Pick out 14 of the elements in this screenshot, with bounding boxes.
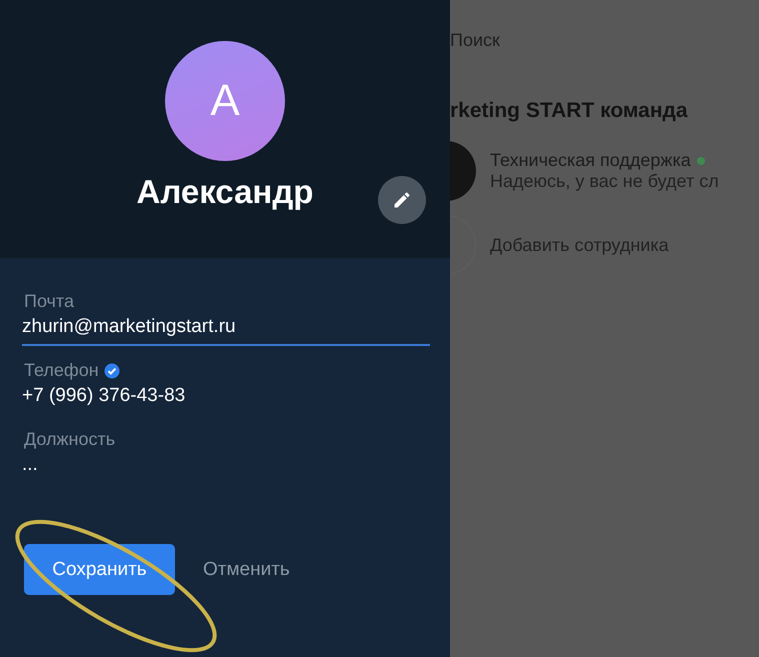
field-label: Телефон xyxy=(24,360,99,381)
pencil-icon xyxy=(392,190,412,210)
team-title: rketing START команда xyxy=(450,99,689,123)
save-button[interactable]: Сохранить xyxy=(24,544,175,595)
field-label: Почта xyxy=(24,291,74,312)
avatar: A xyxy=(165,41,285,161)
input-field[interactable]: +7 (996) 376-43-83 xyxy=(22,381,430,415)
edit-button[interactable] xyxy=(378,176,426,224)
field-label: Должность xyxy=(24,429,116,450)
contact-name: Техническая поддержка xyxy=(490,150,691,171)
cancel-button[interactable]: Отменить xyxy=(203,558,290,580)
input-field[interactable]: ... xyxy=(22,450,430,484)
input-field[interactable]: zhurin@marketingstart.ru xyxy=(22,312,430,346)
profile-name: Александр xyxy=(136,173,314,211)
